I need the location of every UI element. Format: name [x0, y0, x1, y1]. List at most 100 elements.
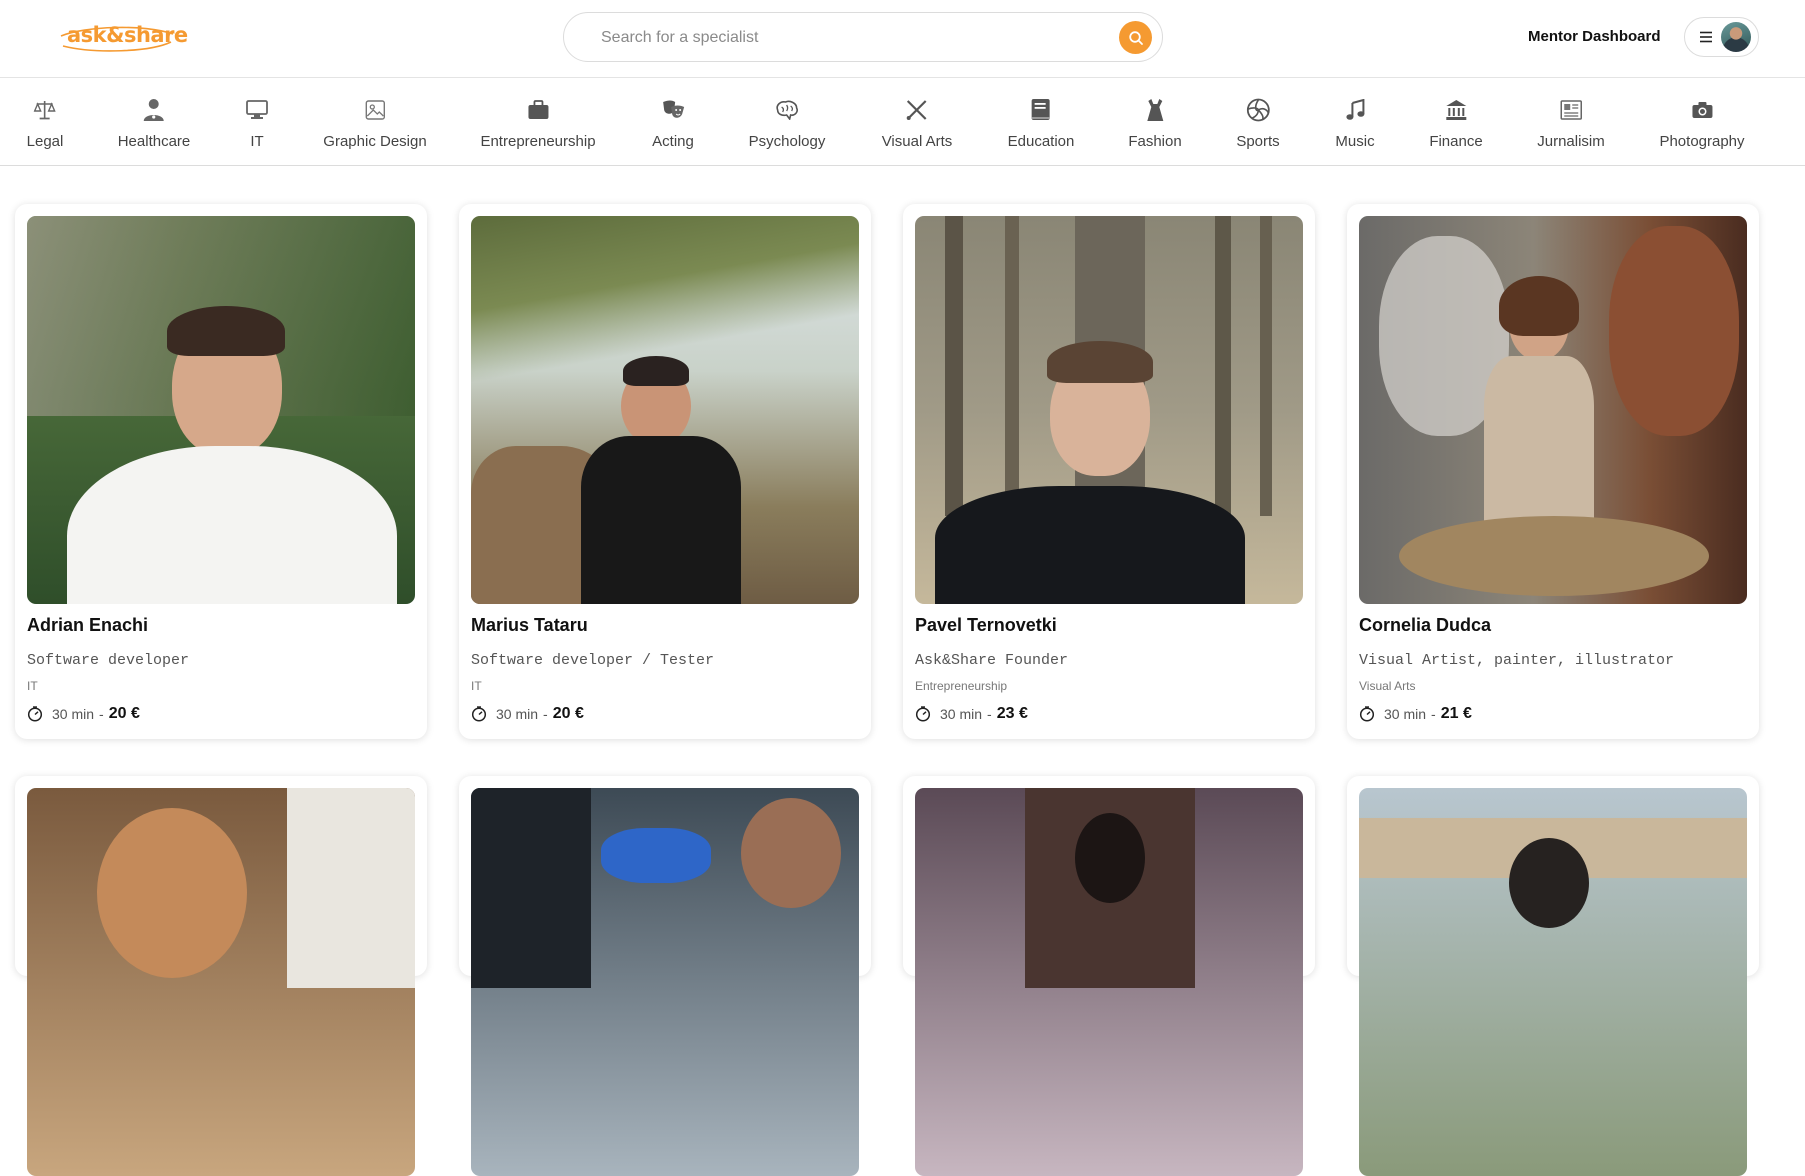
- category-healthcare[interactable]: Healthcare: [117, 79, 191, 166]
- mentor-photo: [27, 788, 415, 1176]
- mentor-name[interactable]: Pavel Ternovetki: [915, 615, 1057, 636]
- category-label: Legal: [26, 133, 64, 150]
- category-sports[interactable]: Sports: [1236, 79, 1280, 166]
- search-button[interactable]: [1119, 21, 1152, 54]
- category-visual-arts[interactable]: Visual Arts: [881, 79, 953, 166]
- mentor-photo: [1359, 216, 1747, 604]
- category-label: Jurnalisim: [1537, 133, 1605, 150]
- mentor-photo: [471, 216, 859, 604]
- mentor-photo: [915, 788, 1303, 1176]
- camera-icon: [1690, 98, 1714, 122]
- session-price-row: 30 min - 23 €: [915, 704, 1028, 724]
- category-psychology[interactable]: Psychology: [748, 79, 826, 166]
- newspaper-icon: [1559, 98, 1583, 122]
- timer-icon: [27, 706, 43, 722]
- mentor-card[interactable]: [15, 776, 427, 1176]
- mentor-card[interactable]: [903, 776, 1315, 1176]
- brush-pencil-icon: [905, 98, 929, 122]
- session-price: 21 €: [1440, 705, 1472, 722]
- mentor-role: Software developer: [27, 652, 190, 669]
- category-label: Visual Arts: [881, 133, 953, 150]
- category-entrepreneurship[interactable]: Entrepreneurship: [480, 79, 596, 166]
- session-duration: 30 min: [496, 706, 539, 722]
- mentor-photo: [471, 788, 859, 1176]
- category-label: IT: [250, 133, 264, 150]
- monitor-icon: [245, 98, 269, 122]
- doctor-icon: [142, 98, 166, 122]
- mentor-role: Visual Artist, painter, illustrator: [1359, 652, 1675, 669]
- category-music[interactable]: Music: [1335, 79, 1375, 166]
- mentor-category: Entrepreneurship: [915, 679, 1008, 693]
- category-label: Acting: [652, 133, 694, 150]
- mentor-photo: [915, 216, 1303, 604]
- brain-icon: [775, 98, 799, 122]
- category-education[interactable]: Education: [1007, 79, 1075, 166]
- session-duration: 30 min: [940, 706, 983, 722]
- logo-text: ask&share: [67, 23, 188, 47]
- session-price: 20 €: [552, 705, 584, 722]
- timer-icon: [471, 706, 487, 722]
- timer-icon: [915, 706, 931, 722]
- mentor-role: Ask&Share Founder: [915, 652, 1069, 669]
- ask-and-share-logo[interactable]: ask&share: [55, 20, 188, 56]
- theater-masks-icon: [661, 98, 685, 122]
- category-label: Photography: [1659, 133, 1745, 150]
- mentor-photo: [27, 216, 415, 604]
- category-acting[interactable]: Acting: [652, 79, 694, 166]
- category-label: Entrepreneurship: [480, 133, 596, 150]
- book-icon: [1029, 98, 1053, 122]
- mentor-name[interactable]: Cornelia Dudca: [1359, 615, 1491, 636]
- category-legal[interactable]: Legal: [26, 79, 64, 166]
- search-bar[interactable]: Search for a specialist: [563, 12, 1163, 62]
- category-label: Graphic Design: [323, 133, 427, 150]
- category-fashion[interactable]: Fashion: [1128, 79, 1182, 166]
- session-duration: 30 min: [1384, 706, 1427, 722]
- separator: -: [987, 706, 992, 722]
- mentor-category: IT: [27, 679, 38, 693]
- mentor-card[interactable]: Cornelia Dudca Visual Artist, painter, i…: [1347, 204, 1759, 739]
- category-label: Sports: [1236, 133, 1280, 150]
- user-avatar: [1721, 22, 1751, 52]
- separator: -: [99, 706, 104, 722]
- mentor-card[interactable]: Marius Tataru Software developer / Teste…: [459, 204, 871, 739]
- category-jurnalisim[interactable]: Jurnalisim: [1537, 79, 1605, 166]
- dress-icon: [1143, 98, 1167, 122]
- mentor-category: IT: [471, 679, 482, 693]
- top-header: ask&share Search for a specialist Mentor…: [0, 0, 1805, 78]
- mentor-role: Software developer / Tester: [471, 652, 715, 669]
- category-label: Education: [1007, 133, 1075, 150]
- category-finance[interactable]: Finance: [1429, 79, 1483, 166]
- user-menu-button[interactable]: [1684, 17, 1759, 57]
- search-icon: [1128, 30, 1143, 45]
- category-it[interactable]: IT: [245, 79, 269, 166]
- mentor-photo: [1359, 788, 1747, 1176]
- category-bar: Legal Healthcare IT Graphic Design Entre…: [0, 79, 1805, 166]
- session-price-row: 30 min - 20 €: [27, 704, 140, 724]
- session-price: 23 €: [996, 705, 1028, 722]
- mentor-card[interactable]: [1347, 776, 1759, 1176]
- session-price-row: 30 min - 21 €: [1359, 704, 1472, 724]
- mentor-category: Visual Arts: [1359, 679, 1416, 693]
- search-input[interactable]: Search for a specialist: [601, 29, 758, 47]
- category-label: Music: [1335, 133, 1375, 150]
- mentor-card[interactable]: [459, 776, 871, 1176]
- separator: -: [543, 706, 548, 722]
- category-label: Healthcare: [117, 133, 191, 150]
- mentor-name[interactable]: Marius Tataru: [471, 615, 588, 636]
- briefcase-icon: [526, 98, 550, 122]
- session-price: 20 €: [108, 705, 140, 722]
- image-icon: [363, 98, 387, 122]
- timer-icon: [1359, 706, 1375, 722]
- mentor-card[interactable]: Pavel Ternovetki Ask&Share Founder Entre…: [903, 204, 1315, 739]
- mentor-card[interactable]: Adrian Enachi Software developer IT 30 m…: [15, 204, 427, 739]
- category-graphic-design[interactable]: Graphic Design: [323, 79, 427, 166]
- bank-icon: [1444, 98, 1468, 122]
- category-label: Psychology: [748, 133, 826, 150]
- category-label: Finance: [1429, 133, 1483, 150]
- category-label: Fashion: [1128, 133, 1182, 150]
- mentor-dashboard-link[interactable]: Mentor Dashboard: [1528, 28, 1661, 45]
- separator: -: [1431, 706, 1436, 722]
- scales-icon: [33, 98, 57, 122]
- category-photography[interactable]: Photography: [1659, 79, 1745, 166]
- mentor-name[interactable]: Adrian Enachi: [27, 615, 148, 636]
